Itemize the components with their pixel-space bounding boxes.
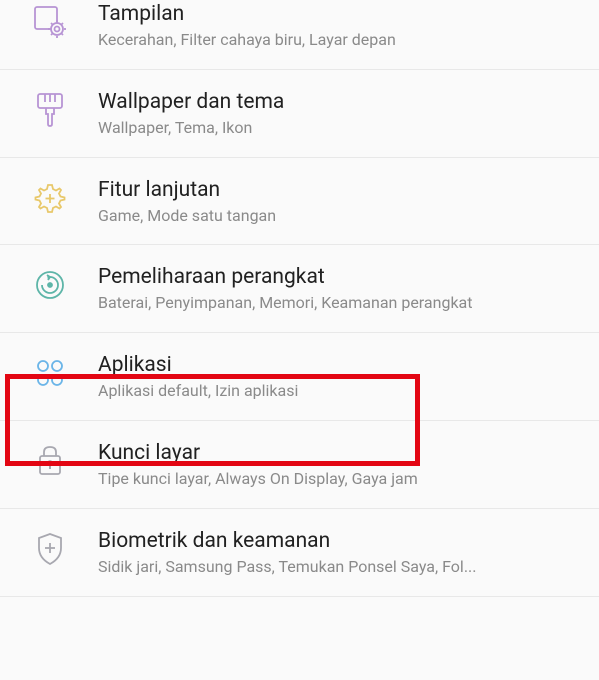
item-title: Pemeliharaan perangkat <box>98 265 579 289</box>
text-content: Aplikasi Aplikasi default, Izin aplikasi <box>98 351 579 402</box>
item-subtitle: Wallpaper, Tema, Ikon <box>98 118 579 139</box>
item-subtitle: Kecerahan, Filter cahaya biru, Layar dep… <box>98 30 579 51</box>
apps-grid-icon <box>30 353 70 393</box>
gear-plus-icon <box>30 178 70 218</box>
text-content: Wallpaper dan tema Wallpaper, Tema, Ikon <box>98 88 579 139</box>
settings-item-maintenance[interactable]: Pemeliharaan perangkat Baterai, Penyimpa… <box>0 245 599 333</box>
settings-item-lockscreen[interactable]: Kunci layar Tipe kunci layar, Always On … <box>0 421 599 509</box>
display-icon <box>30 2 70 42</box>
item-title: Aplikasi <box>98 353 579 377</box>
item-title: Biometrik dan keamanan <box>98 529 579 553</box>
settings-item-wallpaper[interactable]: Wallpaper dan tema Wallpaper, Tema, Ikon <box>0 70 599 158</box>
item-title: Wallpaper dan tema <box>98 90 579 114</box>
settings-item-display[interactable]: Tampilan Kecerahan, Filter cahaya biru, … <box>0 0 599 70</box>
item-subtitle: Baterai, Penyimpanan, Memori, Keamanan p… <box>98 293 579 314</box>
item-subtitle: Tipe kunci layar, Always On Display, Gay… <box>98 469 579 490</box>
settings-item-biometrics[interactable]: Biometrik dan keamanan Sidik jari, Samsu… <box>0 509 599 597</box>
item-title: Tampilan <box>98 2 579 26</box>
refresh-icon <box>30 265 70 305</box>
shield-plus-icon <box>30 529 70 569</box>
lock-icon <box>30 441 70 481</box>
item-subtitle: Game, Mode satu tangan <box>98 206 579 227</box>
item-title: Fitur lanjutan <box>98 178 579 202</box>
settings-list: Tampilan Kecerahan, Filter cahaya biru, … <box>0 0 599 597</box>
text-content: Fitur lanjutan Game, Mode satu tangan <box>98 176 579 227</box>
text-content: Pemeliharaan perangkat Baterai, Penyimpa… <box>98 263 579 314</box>
item-title: Kunci layar <box>98 441 579 465</box>
text-content: Tampilan Kecerahan, Filter cahaya biru, … <box>98 0 579 51</box>
settings-item-advanced[interactable]: Fitur lanjutan Game, Mode satu tangan <box>0 158 599 246</box>
item-subtitle: Aplikasi default, Izin aplikasi <box>98 381 579 402</box>
settings-item-apps[interactable]: Aplikasi Aplikasi default, Izin aplikasi <box>0 333 599 421</box>
paintbrush-icon <box>30 90 70 130</box>
item-subtitle: Sidik jari, Samsung Pass, Temukan Ponsel… <box>98 557 579 578</box>
text-content: Kunci layar Tipe kunci layar, Always On … <box>98 439 579 490</box>
text-content: Biometrik dan keamanan Sidik jari, Samsu… <box>98 527 579 578</box>
